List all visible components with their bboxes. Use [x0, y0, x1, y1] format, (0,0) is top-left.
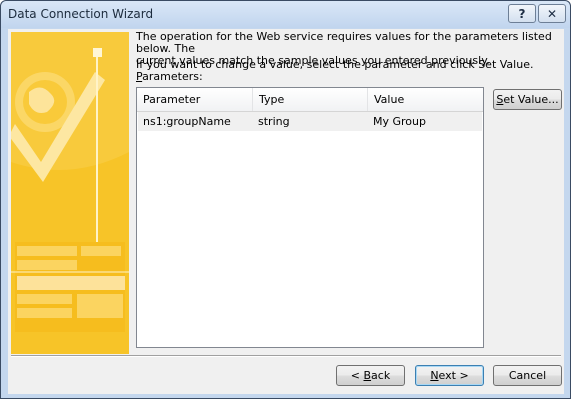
- wizard-window: Data Connection Wizard ? ✕ The operation…: [0, 0, 571, 399]
- cancel-button[interactable]: Cancel: [493, 365, 562, 386]
- parameters-list-header: Parameter Type Value: [137, 88, 483, 112]
- help-button[interactable]: ?: [508, 4, 536, 23]
- wizard-body: The operation for the Web service requir…: [8, 29, 564, 394]
- close-button[interactable]: ✕: [538, 4, 566, 23]
- back-accelerator: B: [363, 369, 372, 382]
- next-accelerator: N: [430, 369, 439, 382]
- set-value-button[interactable]: Set Value...: [493, 89, 562, 110]
- title-bar[interactable]: Data Connection Wizard ? ✕: [1, 1, 570, 28]
- set-value-label: et Value...: [503, 93, 559, 106]
- parameters-label-rest: arameters:: [142, 70, 203, 83]
- parameters-label: Parameters:: [136, 71, 203, 83]
- cell-type: string: [258, 115, 290, 128]
- column-header-parameter[interactable]: Parameter: [137, 88, 253, 111]
- wizard-banner-image: [11, 32, 129, 354]
- table-row[interactable]: ns1:groupName string My Group: [138, 112, 482, 131]
- cell-value: My Group: [373, 115, 426, 128]
- banner-artwork: [11, 32, 129, 354]
- cell-parameter: ns1:groupName: [143, 115, 231, 128]
- footer-separator: [11, 355, 561, 357]
- set-value-accelerator: S: [496, 93, 504, 106]
- parameters-list[interactable]: Parameter Type Value ns1:groupName strin…: [136, 87, 484, 348]
- column-header-value[interactable]: Value: [368, 88, 483, 111]
- close-icon: ✕: [546, 6, 558, 21]
- next-button[interactable]: Next >: [415, 365, 484, 386]
- next-label: ext >: [438, 369, 469, 382]
- back-label: ack: [371, 369, 391, 382]
- help-icon: ?: [518, 6, 526, 21]
- window-title: Data Connection Wizard: [8, 7, 154, 21]
- column-header-type[interactable]: Type: [253, 88, 368, 111]
- back-button[interactable]: < Back: [336, 365, 405, 386]
- back-prefix: <: [350, 369, 364, 382]
